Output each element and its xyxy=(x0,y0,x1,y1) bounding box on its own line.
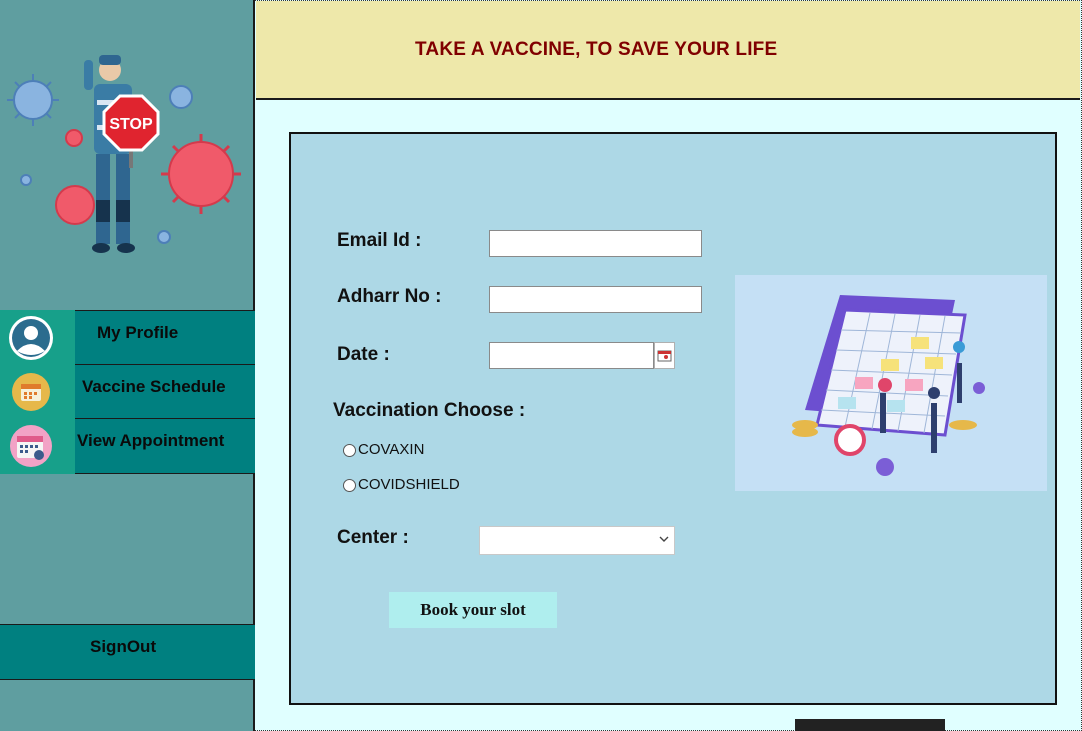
sidebar-item-my-profile[interactable]: My Profile xyxy=(0,310,255,366)
page-title: TAKE A VACCINE, TO SAVE YOUR LIFE xyxy=(415,39,778,60)
covidshield-radio[interactable] xyxy=(343,479,356,492)
date-label: Date : xyxy=(337,344,390,365)
page-header: TAKE A VACCINE, TO SAVE YOUR LIFE xyxy=(256,1,1080,100)
email-label: Email Id : xyxy=(337,230,422,251)
signout-button[interactable]: SignOut xyxy=(0,624,255,680)
calendar-picker-icon xyxy=(657,350,672,362)
calendar-picker-button[interactable] xyxy=(654,342,675,369)
menu-icon-box xyxy=(0,310,75,366)
covaxin-label: COVAXIN xyxy=(358,441,425,458)
center-select[interactable] xyxy=(479,526,675,555)
adhaar-label: Adharr No : xyxy=(337,286,442,307)
user-profile-icon xyxy=(9,316,53,360)
date-field[interactable] xyxy=(489,342,654,369)
sidebar: STOP My Profile Vaccine Schedule View Ap… xyxy=(0,0,255,731)
center-label: Center : xyxy=(337,527,409,548)
date-picker xyxy=(489,342,677,370)
sidebar-item-label: View Appointment xyxy=(77,431,225,450)
covidshield-label: COVIDSHIELD xyxy=(358,476,460,493)
menu-icon-box xyxy=(0,364,75,420)
sidebar-item-label: My Profile xyxy=(97,323,179,342)
email-field[interactable] xyxy=(489,230,702,257)
book-slot-button[interactable]: Book your slot xyxy=(389,592,557,628)
covaxin-radio[interactable] xyxy=(343,444,356,457)
adhaar-field[interactable] xyxy=(489,286,702,313)
booking-form-panel: Email Id : Adharr No : Date : Vaccinatio… xyxy=(289,132,1057,705)
sidebar-item-label: Vaccine Schedule xyxy=(82,377,226,396)
sidebar-menu: My Profile Vaccine Schedule View Appoint… xyxy=(0,310,255,474)
appointment-calendar-icon xyxy=(10,425,52,467)
stop-sign-text: STOP xyxy=(109,116,153,133)
calendar-schedule-illustration xyxy=(735,275,1047,491)
chevron-down-icon xyxy=(659,536,669,542)
sidebar-item-view-appointment[interactable]: View Appointment xyxy=(0,418,255,474)
vaccination-choose-label: Vaccination Choose : xyxy=(333,400,526,421)
signout-label: SignOut xyxy=(90,637,157,656)
calendar-icon xyxy=(12,373,50,411)
stop-virus-illustration: STOP xyxy=(7,55,241,253)
menu-icon-box xyxy=(0,418,75,474)
bottom-bar xyxy=(795,719,945,731)
sidebar-item-vaccine-schedule[interactable]: Vaccine Schedule xyxy=(0,364,255,420)
